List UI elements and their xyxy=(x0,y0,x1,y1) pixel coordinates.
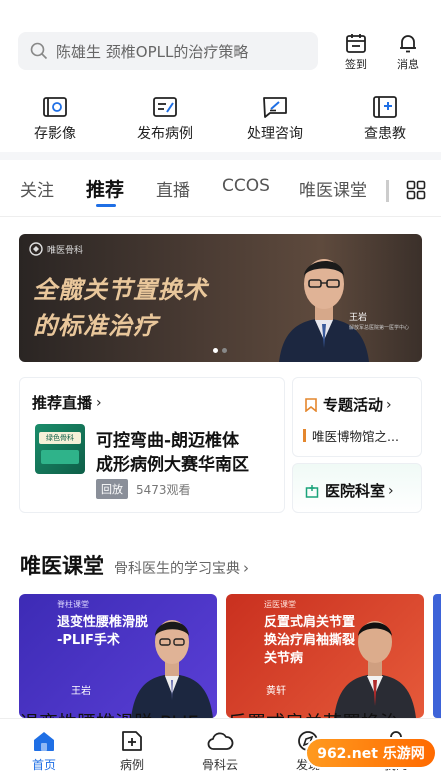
tab-classroom[interactable]: 唯医课堂 xyxy=(299,176,367,201)
bell-icon xyxy=(400,35,416,53)
classroom-section-subtitle: 骨科医生的学习宝典 xyxy=(114,561,240,577)
quick-action-label: 存影像 xyxy=(34,126,76,142)
banner-title-line2: 的标准治疗 xyxy=(33,312,158,340)
consult-icon xyxy=(263,97,287,118)
cloud-icon xyxy=(207,732,234,750)
thumbnail-graphic xyxy=(41,450,79,464)
live-meta: 回放 5473观看 xyxy=(96,479,191,499)
banner-brand-text: 唯医骨科 xyxy=(47,245,84,256)
quick-action-consult[interactable]: 处理咨询 xyxy=(220,95,330,143)
home-icon xyxy=(34,732,54,751)
watermark: 962.net 乐游网 xyxy=(306,728,436,778)
brand-logo-icon xyxy=(29,242,43,256)
live-card-title: 推荐直播 xyxy=(32,394,93,412)
banner-brand: 唯医骨科 xyxy=(29,242,83,256)
case-icon xyxy=(122,731,142,751)
messages-button[interactable]: 消息 xyxy=(388,32,428,72)
nav-cases[interactable]: 病例 xyxy=(102,729,162,773)
activity-card-header: 专题活动 › xyxy=(305,394,392,415)
tab-recommend[interactable]: 推荐 xyxy=(86,175,124,202)
doctor-portrait xyxy=(279,259,369,362)
calendar-icon xyxy=(346,34,366,53)
doctor-portrait xyxy=(334,621,416,718)
course-card-1[interactable]: 脊柱课堂 退变性腰椎滑脱 -PLIF手术 王岩 xyxy=(19,594,217,718)
department-card[interactable]: 医院科室 › xyxy=(292,463,422,513)
quick-action-patient-edu[interactable]: 查患教 xyxy=(330,95,440,143)
course-tag: 运医课堂 xyxy=(264,600,296,609)
course-doctor-name: 黄轩 xyxy=(266,686,286,697)
bookmark-icon xyxy=(305,397,317,412)
course-card-2[interactable]: 运医课堂 反置式肩关节置 换治疗肩袖撕裂 关节病 黄轩 xyxy=(226,594,424,718)
messages-label: 消息 xyxy=(397,58,419,71)
nav-cloud[interactable]: 骨科云 xyxy=(190,729,250,773)
quick-action-store-image[interactable]: 存影像 xyxy=(0,95,110,143)
quick-action-label: 查患教 xyxy=(364,126,406,142)
view-count: 5473观看 xyxy=(136,482,191,497)
course-tag: 脊柱课堂 xyxy=(57,600,89,609)
chevron-right-icon: › xyxy=(388,482,394,499)
live-thumbnail[interactable]: 绿色骨科 xyxy=(35,424,85,474)
banner-title-line1: 全髋关节置换术 xyxy=(33,276,208,304)
grid-menu-icon[interactable] xyxy=(406,180,426,200)
live-event-title-1: 可控弯曲-朗迈椎体 xyxy=(96,431,240,451)
pager-dot xyxy=(222,348,227,353)
quick-action-label: 发布病例 xyxy=(137,126,193,142)
checkin-label: 签到 xyxy=(345,58,367,71)
promo-banner[interactable]: 唯医骨科 全髋关节置换术 的标准治疗 王岩 解放军总医院第一医学中心 xyxy=(19,234,422,362)
replay-badge: 回放 xyxy=(96,479,128,499)
department-card-title: 医院科室 xyxy=(325,482,386,500)
activity-card-title: 专题活动 xyxy=(323,396,384,414)
nav-label: 病例 xyxy=(119,758,144,772)
tab-ccos[interactable]: CCOS xyxy=(222,176,270,196)
chevron-right-icon: › xyxy=(243,559,249,577)
chevron-right-icon: › xyxy=(96,394,102,411)
hospital-icon xyxy=(305,484,319,498)
course-doctor-name: 王岩 xyxy=(71,686,91,697)
feed-tabs: 关注 推荐 直播 CCOS 唯医课堂 xyxy=(0,166,441,214)
activity-item-marker xyxy=(303,429,306,442)
patient-edu-icon xyxy=(373,96,397,118)
image-store-icon xyxy=(43,97,67,117)
checkin-button[interactable]: 签到 xyxy=(336,32,376,72)
live-thumbnail-label: 绿色骨科 xyxy=(39,432,81,444)
quick-action-label: 处理咨询 xyxy=(247,126,303,142)
course-headline-2: -PLIF手术 xyxy=(57,633,120,648)
department-card-header: 医院科室 › xyxy=(305,480,394,501)
activity-item-text: 唯医博物馆之... xyxy=(312,429,399,444)
tab-live[interactable]: 直播 xyxy=(156,176,190,201)
nav-label: 首页 xyxy=(31,758,56,772)
classroom-section-title: 唯医课堂 xyxy=(20,554,104,578)
doctor-portrait xyxy=(131,620,213,718)
nav-label: 骨科云 xyxy=(201,758,238,772)
banner-doctor-name: 王岩 xyxy=(349,313,368,323)
active-tab-indicator xyxy=(96,204,116,207)
search-placeholder: 陈雄生 颈椎OPLL的治疗策略 xyxy=(56,42,249,61)
pager-dot-active xyxy=(213,348,218,353)
course-headline-3: 关节病 xyxy=(264,651,304,666)
banner-doctor-affiliation: 解放军总医院第一医学中心 xyxy=(349,325,410,331)
search-icon xyxy=(30,42,48,60)
activity-card[interactable]: 专题活动 › 唯医博物馆之... xyxy=(292,377,422,457)
tab-follow[interactable]: 关注 xyxy=(20,176,54,201)
tab-divider xyxy=(386,180,389,202)
course-card-3-peek[interactable] xyxy=(433,594,441,718)
live-event-title-2: 成形病例大赛华南区 xyxy=(96,455,249,475)
section-separator xyxy=(0,152,441,160)
tabs-bottom-border xyxy=(0,216,441,217)
watermark-text: 962.net 乐游网 xyxy=(307,739,435,767)
search-bar[interactable]: 陈雄生 颈椎OPLL的治疗策略 xyxy=(18,32,318,70)
chevron-right-icon: › xyxy=(386,396,392,413)
live-card-header: 推荐直播 › xyxy=(32,392,102,413)
classroom-section-header[interactable]: 唯医课堂 骨科医生的学习宝典 › xyxy=(20,550,249,580)
activity-item[interactable]: 唯医博物馆之... xyxy=(303,426,399,445)
nav-home[interactable]: 首页 xyxy=(14,729,74,773)
publish-case-icon xyxy=(153,97,177,117)
live-card[interactable]: 推荐直播 › 绿色骨科 可控弯曲-朗迈椎体 成形病例大赛华南区 回放 5473观… xyxy=(19,377,285,513)
banner-pager xyxy=(213,348,227,353)
quick-action-publish-case[interactable]: 发布病例 xyxy=(110,95,220,143)
